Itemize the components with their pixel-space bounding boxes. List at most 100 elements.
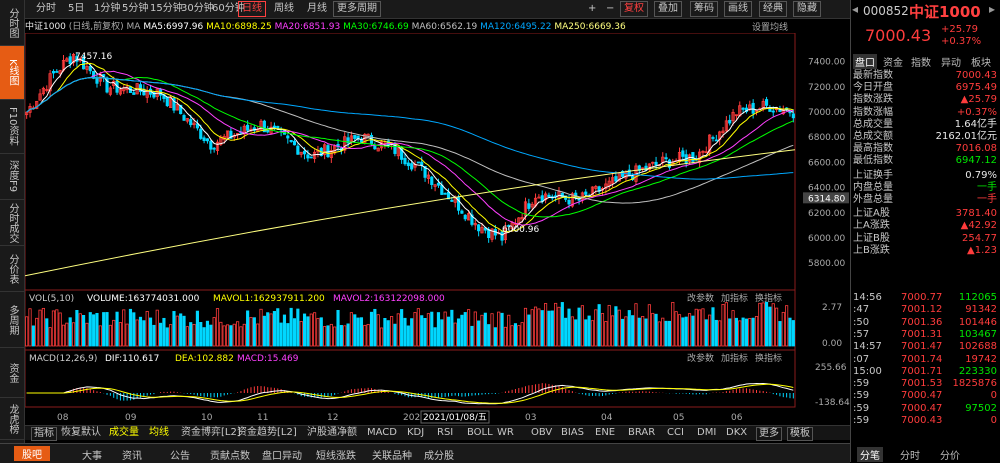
toolbar-button[interactable]: 复权 [620,1,648,17]
quote-tab[interactable]: 盘口 [853,54,877,69]
volume-bar [550,310,554,347]
tick-time: 14:56 [853,292,882,303]
footer-tab[interactable]: 关联品种 [372,447,412,462]
period-tab[interactable]: 更多周期 [333,1,381,17]
footer-tab[interactable]: 短线涨跌 [316,447,356,462]
quote-tab[interactable]: 异动 [939,54,963,69]
volume-bar [85,322,89,347]
indicator-tab[interactable]: DKX [726,427,747,439]
tick-tab[interactable]: 分笔 [857,447,883,462]
left-nav-item[interactable]: 分价表 [0,246,24,292]
volume-bar [185,326,189,347]
footer-tab[interactable]: 贡献点数 [210,447,250,462]
quote-tab[interactable]: 资金 [881,54,905,69]
indicator-tab[interactable]: KDJ [407,427,424,439]
toolbar-button[interactable]: 经典 [759,1,787,17]
toolbar-button[interactable]: 隐藏 [793,1,821,17]
volume-bar [781,311,785,347]
indicator-tab[interactable]: 沪股通净额 [307,427,357,439]
toolbar-button[interactable]: 叠加 [654,1,682,17]
tick-price: 7001.47 [901,341,943,353]
tick-tab[interactable]: 分价 [937,447,963,462]
tick-time: 14:57 [853,341,882,353]
ma20-value: MA20:6851.93 [274,22,341,32]
footer-tab[interactable]: 成分股 [424,447,454,462]
period-tab[interactable]: 月线 [304,2,330,16]
vol-tool-button[interactable]: 加指标 [721,292,748,304]
toolbar-button[interactable]: 画线 [724,1,752,17]
candle-body [654,161,658,166]
indicator-tab[interactable]: DMI [697,427,716,439]
footer-tab[interactable]: 大事 [82,447,102,462]
indicator-tab[interactable]: BOLL [467,427,493,439]
price-axis-label: 7000.00 [808,108,845,118]
volume-bar [684,316,688,347]
left-nav-item[interactable]: K线图 [0,46,24,100]
left-nav-item[interactable]: 深度F9 [0,154,24,200]
indicator-tab[interactable]: 资金趋势[L2] [237,427,297,439]
left-nav-item[interactable]: 多周期 [0,292,24,348]
toolbar-button[interactable]: − [603,2,617,16]
footer-tab[interactable]: 股吧 [14,446,50,461]
indicator-tab[interactable]: OBV [531,427,552,439]
footer-tab[interactable]: 盘口异动 [262,447,302,462]
volume-bar [105,312,109,347]
indicator-tab[interactable]: RSI [437,427,453,439]
indicator-tab[interactable]: MACD [367,427,397,439]
quote-tab[interactable]: 指数 [909,54,933,69]
tick-price: 7001.12 [901,304,943,316]
left-nav-item[interactable]: 龙虎榜 [0,398,24,440]
nav-prev-icon[interactable]: ◂ [852,2,858,16]
macd-tool-button[interactable]: 加指标 [721,352,748,364]
tick-volume: 0 [990,390,997,402]
kline-chart[interactable]: 7400.00 7200.00 7000.00 6800.00 6600.00 6400.… [25,33,850,425]
indicator-tab[interactable]: 指标 [31,427,57,441]
candle-body [246,124,250,131]
indicator-tab[interactable]: 恢复默认 [61,427,101,439]
indicator-tab[interactable]: BIAS [561,427,584,439]
quote-row-label: 上证A股 [853,208,890,220]
left-nav-item[interactable]: 分时成交 [0,200,24,246]
volume-bar [155,309,159,347]
footer-tab[interactable]: 资讯 [122,447,142,462]
candle-body [711,137,715,139]
indicator-tab[interactable]: CCI [667,427,684,439]
volume-bar [590,320,595,347]
tick-price: 7000.77 [901,292,943,303]
left-nav-item[interactable]: 资金 [0,348,24,398]
dea-line [26,383,794,404]
quote-tab[interactable]: 板块 [969,54,993,69]
indicator-tab[interactable]: WR [497,427,514,439]
tick-tab[interactable]: 分时 [897,447,923,462]
indicator-tab[interactable]: ENE [595,427,615,439]
ma-settings-button[interactable]: 设置均线 [752,20,788,33]
volume-bar [302,313,307,347]
volume-bar [677,314,682,347]
volume-bar [279,322,283,347]
indicator-tab[interactable]: 成交量 [109,427,139,439]
period-tab[interactable]: 日线 [238,1,266,17]
x-axis-label: 2021/01/08/五 [423,413,487,423]
indicator-tab[interactable]: 均线 [149,427,169,439]
indicator-tab[interactable]: BRAR [628,427,655,439]
indicator-tab[interactable]: 更多 [756,427,782,441]
volume-bar [580,305,584,347]
period-tab[interactable]: 周线 [271,2,297,16]
toolbar-button[interactable]: 筹码 [690,1,718,17]
toolbar-button[interactable]: + [585,2,599,16]
left-nav-item[interactable]: F10资料 [0,100,24,154]
macd-tool-button[interactable]: 换指标 [755,352,782,364]
left-nav-item[interactable]: 分时图 [0,0,24,46]
indicator-tab[interactable]: 模板 [787,427,813,441]
period-tab[interactable]: 5日 [65,2,87,16]
nav-next-icon[interactable]: ▸ [989,2,995,16]
volume-bar [108,324,112,347]
indicator-tab[interactable]: 资金博弈[L2] [181,427,241,439]
macd-tool-button[interactable]: 改参数 [687,352,714,364]
period-tab[interactable]: 分时 [33,2,59,16]
vol-tool-button[interactable]: 改参数 [687,292,714,304]
volume-bar [791,320,795,347]
quote-row-value: 6975.49 [955,82,997,94]
vol-tool-button[interactable]: 换指标 [755,292,782,304]
footer-tab[interactable]: 公告 [170,447,190,462]
